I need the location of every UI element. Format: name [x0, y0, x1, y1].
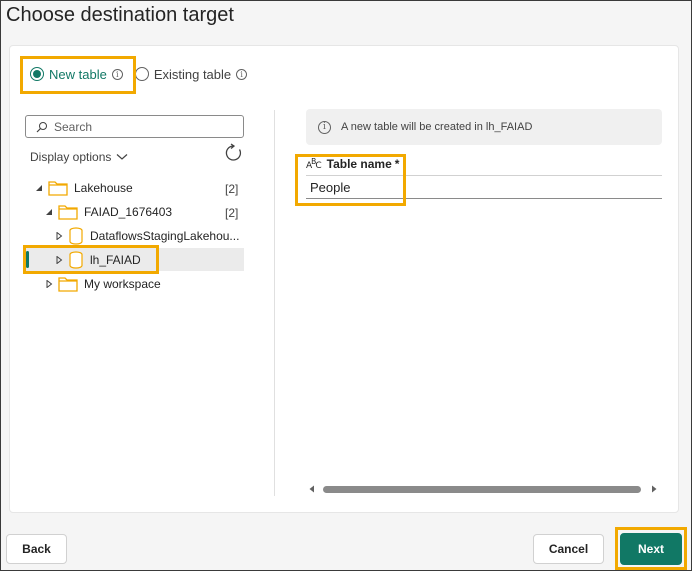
back-button-label: Back: [22, 542, 51, 556]
tree-item-lh-faiad[interactable]: lh_FAIAD: [54, 249, 141, 271]
scroll-left-icon[interactable]: [308, 485, 316, 493]
refresh-icon[interactable]: [224, 143, 244, 163]
display-options-button[interactable]: Display options: [30, 150, 128, 164]
next-button[interactable]: Next: [620, 533, 682, 565]
info-icon[interactable]: i: [236, 68, 248, 80]
pane-divider: [274, 110, 275, 496]
expanded-caret-icon[interactable]: [34, 184, 44, 192]
back-button[interactable]: Back: [6, 534, 67, 564]
radio-checked-icon: [30, 67, 44, 81]
display-options-label: Display options: [30, 150, 112, 164]
tree-item-label: FAIAD_1676403: [84, 205, 173, 219]
search-icon: [36, 121, 47, 132]
folder-icon: [58, 277, 78, 292]
dialog-title: Choose destination target: [6, 4, 234, 26]
existing-table-label: Existing table: [153, 66, 232, 82]
abc-icon: ABC: [306, 157, 322, 171]
search-input[interactable]: Search: [25, 115, 244, 138]
new-table-label: New table: [49, 66, 107, 82]
tree-item-count: [2]: [225, 206, 239, 220]
info-message-bar: i A new table will be created in lh_FAIA…: [306, 109, 662, 145]
destination-mode-group: New table i Existing table i: [20, 55, 248, 93]
cancel-button-label: Cancel: [548, 542, 589, 556]
search-placeholder: Search: [54, 119, 93, 134]
lakehouse-icon: [69, 251, 83, 269]
tree-item-dataflows-staging[interactable]: DataflowsStagingLakehou...: [54, 225, 239, 247]
table-name-label-text: Table name: [326, 157, 392, 171]
tree-item-label: Lakehouse: [74, 181, 133, 195]
tree-item-label: My workspace: [84, 277, 161, 291]
lakehouse-icon: [69, 227, 83, 245]
expanded-caret-icon[interactable]: [44, 208, 54, 216]
tree-item-count: [2]: [225, 182, 239, 196]
collapsed-caret-icon[interactable]: [44, 280, 54, 288]
collapsed-caret-icon[interactable]: [54, 256, 64, 264]
tree-item-lakehouse[interactable]: Lakehouse: [34, 177, 133, 199]
cancel-button[interactable]: Cancel: [533, 534, 604, 564]
folder-icon: [48, 181, 68, 196]
collapsed-caret-icon[interactable]: [54, 232, 64, 240]
scrollbar-thumb[interactable]: [323, 486, 641, 493]
info-message-text: A new table will be created in lh_FAIAD: [341, 121, 533, 133]
tree-item-my-workspace[interactable]: My workspace: [44, 273, 161, 295]
info-icon[interactable]: i: [111, 68, 123, 80]
tree-item-label: DataflowsStagingLakehou...: [90, 229, 240, 243]
radio-unchecked-icon: [134, 67, 149, 81]
table-name-value: People: [310, 179, 351, 195]
table-name-label: ABC Table name *: [306, 157, 399, 171]
selected-indicator: [26, 251, 29, 268]
scroll-right-icon[interactable]: [650, 485, 658, 493]
table-name-input[interactable]: People: [306, 175, 662, 199]
existing-table-radio[interactable]: Existing table i: [134, 66, 248, 82]
next-button-label: Next: [637, 542, 664, 556]
tree-item-faiad-workspace[interactable]: FAIAD_1676403: [44, 201, 172, 223]
required-marker: *: [394, 157, 400, 171]
new-table-radio[interactable]: New table i: [30, 67, 123, 82]
chevron-down-icon: [116, 154, 128, 160]
info-icon: i: [318, 120, 331, 134]
horizontal-scrollbar[interactable]: [306, 482, 662, 496]
tree-item-label: lh_FAIAD: [90, 253, 141, 267]
folder-icon: [58, 205, 78, 220]
